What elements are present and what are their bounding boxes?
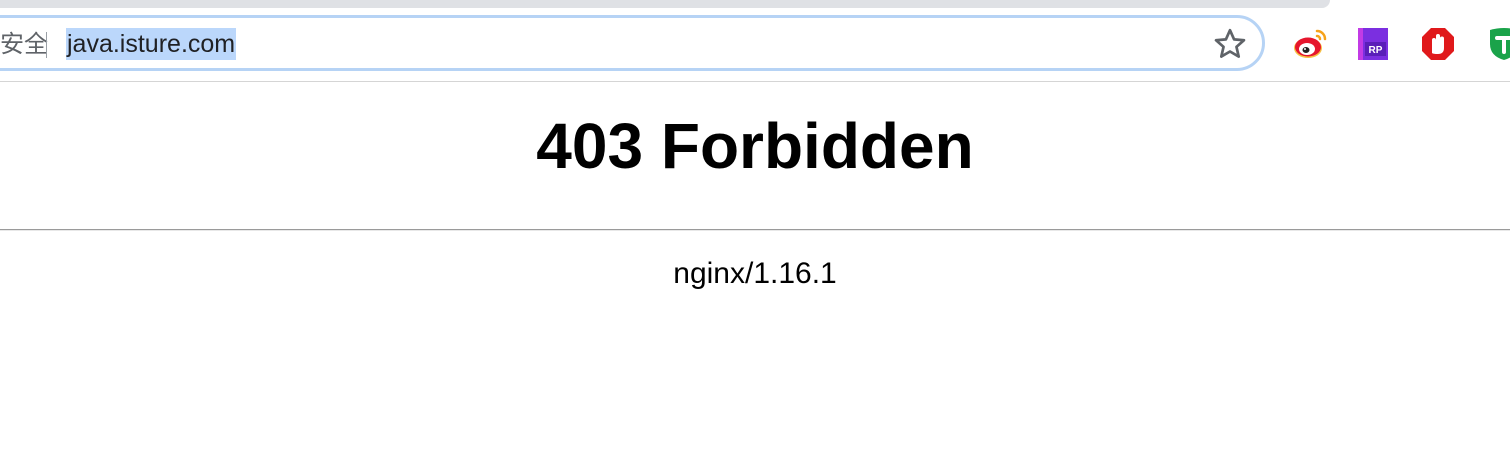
security-indicator[interactable]: 安全 [0, 29, 48, 59]
axure-rp-extension-icon[interactable]: RP [1356, 26, 1392, 62]
browser-toolbar: 安全 java.isture.com RP [0, 0, 1510, 82]
weibo-extension-icon[interactable] [1292, 26, 1328, 62]
page-title: 403 Forbidden [536, 110, 974, 182]
address-bar-divider [46, 32, 47, 58]
tab-strip [0, 0, 1330, 8]
url-text[interactable]: java.isture.com [66, 28, 237, 60]
star-icon[interactable] [1212, 26, 1248, 62]
divider [0, 229, 1510, 231]
green-shield-extension-icon[interactable] [1486, 26, 1510, 62]
svg-text:RP: RP [1369, 45, 1383, 56]
adblock-extension-icon[interactable] [1420, 26, 1456, 62]
server-signature: nginx/1.16.1 [673, 257, 837, 290]
